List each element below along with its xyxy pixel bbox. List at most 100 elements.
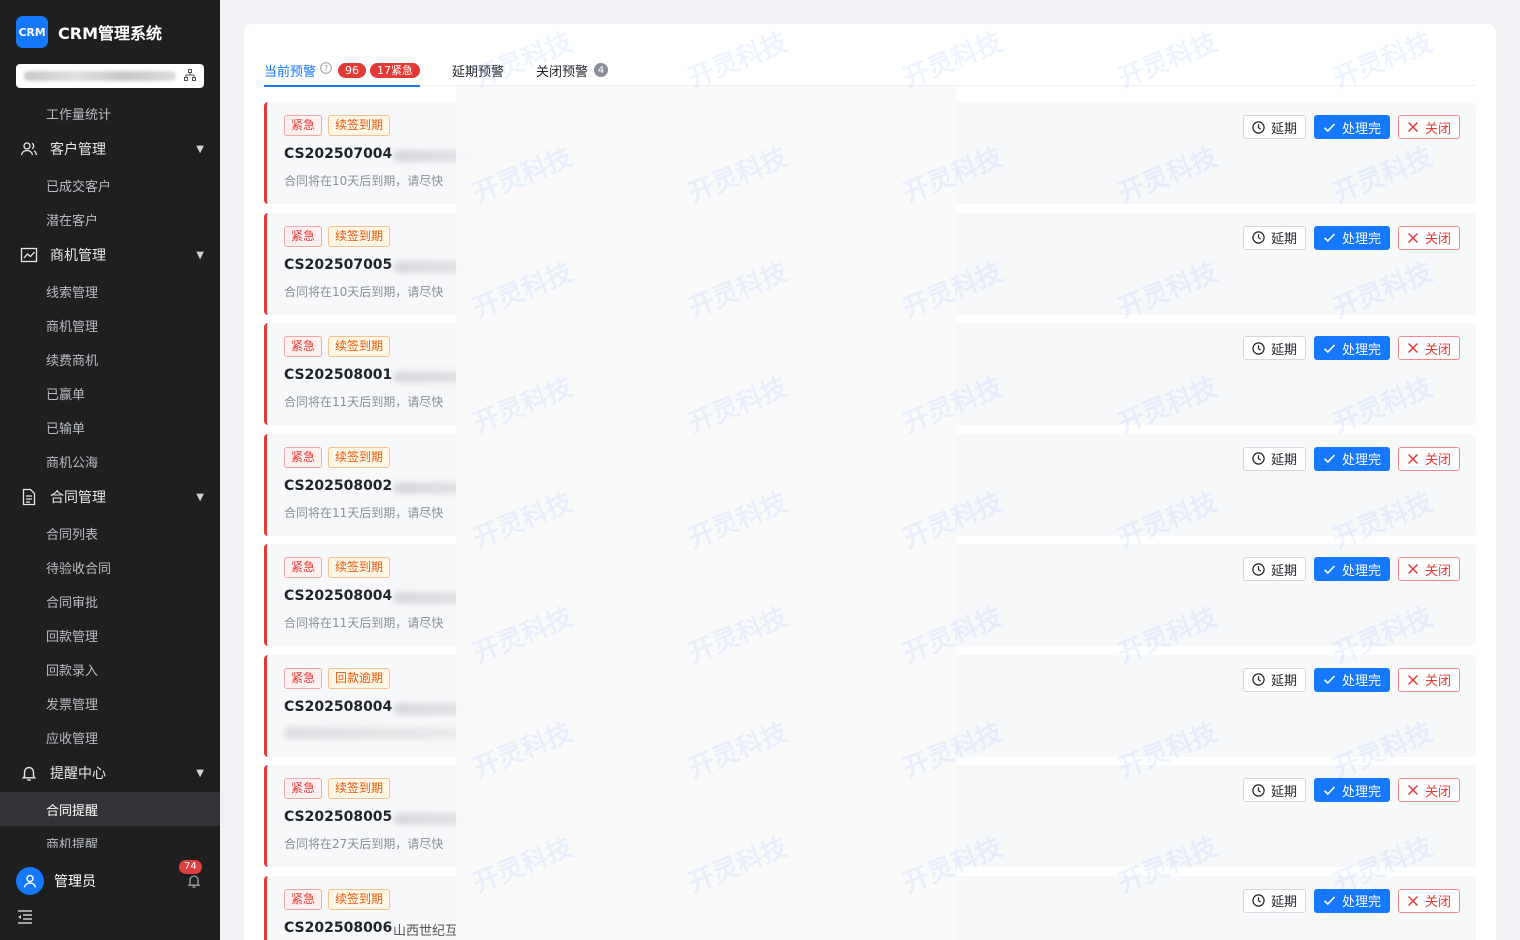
sidebar-item-workload-stats[interactable]: 工作量统计 <box>0 96 220 130</box>
sidebar-item[interactable]: 合同列表 <box>0 516 220 550</box>
sidebar-item[interactable]: 发票管理 <box>0 686 220 720</box>
sidebar-item[interactable]: 线索管理 <box>0 274 220 308</box>
close-label: 关闭 <box>1424 121 1451 137</box>
sidebar-group[interactable]: 合同管理 ▼ <box>0 478 220 516</box>
alert-description: 合同将在11天后到期，请尽快 <box>284 505 444 520</box>
delay-label: 延期 <box>1270 784 1297 800</box>
delay-button[interactable]: 延期 <box>1242 888 1306 913</box>
user-profile[interactable]: 管理员 74 <box>16 859 206 896</box>
delay-button[interactable]: 延期 <box>1242 446 1306 471</box>
alert-actions: 延期 处理完 关闭 <box>1235 888 1460 913</box>
contract-code[interactable]: CS202508001 <box>284 367 392 383</box>
alert-tags: 紧急 续签到期 <box>284 225 396 247</box>
close-label: 关闭 <box>1424 895 1451 910</box>
check-icon <box>1323 673 1336 686</box>
delay-label: 延期 <box>1270 232 1297 247</box>
done-button[interactable]: 处理完 <box>1313 336 1390 360</box>
sidebar-item[interactable]: 已赢单 <box>0 376 220 410</box>
alert-tags: 紧急 续签到期 <box>284 888 396 910</box>
tab-closed-alerts[interactable]: 关闭预警 4 <box>536 54 609 86</box>
delay-button[interactable]: 延期 <box>1242 778 1306 802</box>
sidebar-item[interactable]: 商机提醒 <box>0 826 220 849</box>
alert-type-tag: 续签到期 <box>328 336 391 357</box>
sidebar-item[interactable]: 合同审批 <box>0 584 220 618</box>
close-button[interactable]: 关闭 <box>1397 225 1460 250</box>
users-icon <box>20 140 38 158</box>
sidebar-item[interactable]: 潜在客户 <box>0 202 220 236</box>
contract-code[interactable]: CS202508006 <box>284 920 392 936</box>
clock-icon <box>1252 120 1265 134</box>
contract-code[interactable]: CS202508002 <box>284 478 392 494</box>
sidebar-item[interactable]: 回款录入 <box>0 652 220 686</box>
collapse-sidebar-button[interactable] <box>16 908 34 926</box>
done-button[interactable]: 处理完 <box>1313 557 1390 581</box>
sidebar-group[interactable]: 客户管理 ▼ <box>0 130 220 168</box>
tab-current-alerts[interactable]: 当前预警 ? 96 17紧急 <box>264 54 421 87</box>
clock-icon <box>1252 673 1265 686</box>
sidebar-item[interactable]: 续费商机 <box>0 342 220 376</box>
close-icon <box>1407 784 1419 796</box>
close-button[interactable]: 关闭 <box>1397 888 1460 913</box>
delay-button[interactable]: 延期 <box>1242 667 1306 692</box>
delay-button[interactable]: 延期 <box>1242 557 1306 581</box>
contract-code[interactable]: CS202507004 <box>284 146 392 162</box>
close-icon <box>1407 453 1419 465</box>
close-button[interactable]: 关闭 <box>1397 778 1460 802</box>
urgent-tag: 紧急 <box>284 225 323 247</box>
done-button[interactable]: 处理完 <box>1313 888 1390 913</box>
sidebar-footer: 管理员 74 <box>0 856 220 940</box>
org-tree-icon <box>184 68 196 84</box>
sidebar-group[interactable]: 商机管理 ▼ <box>0 236 220 274</box>
delay-button[interactable]: 延期 <box>1242 336 1306 360</box>
alert-actions: 延期 处理完 关闭 <box>1235 336 1460 360</box>
sidebar-item[interactable]: 商机管理 <box>0 308 220 342</box>
done-button[interactable]: 处理完 <box>1313 225 1390 250</box>
app-title: CRM管理系统 <box>58 24 162 43</box>
delay-button[interactable]: 延期 <box>1242 115 1306 139</box>
check-icon <box>1323 784 1336 797</box>
delay-button[interactable]: 延期 <box>1242 225 1306 250</box>
contract-code[interactable]: CS202508005 <box>284 809 392 825</box>
sidebar-group-label: 合同管理 <box>50 490 106 506</box>
contract-code[interactable]: CS202508004 <box>284 699 392 715</box>
done-label: 处理完 <box>1341 563 1381 579</box>
done-button[interactable]: 处理完 <box>1313 667 1390 692</box>
sidebar-item[interactable]: 商机公海 <box>0 444 220 478</box>
sidebar-item[interactable]: 已成交客户 <box>0 168 220 202</box>
sidebar-item[interactable]: 已输单 <box>0 410 220 444</box>
organization-select[interactable] <box>16 64 204 88</box>
sidebar-group-label: 客户管理 <box>50 142 106 158</box>
urgent-tag: 紧急 <box>284 115 323 136</box>
caret-down-icon: ▼ <box>196 491 204 503</box>
notification-bell[interactable]: 74 <box>178 859 206 893</box>
done-label: 处理完 <box>1341 453 1381 468</box>
done-button[interactable]: 处理完 <box>1313 446 1390 471</box>
close-button[interactable]: 关闭 <box>1397 557 1460 581</box>
close-label: 关闭 <box>1424 674 1451 689</box>
help-icon[interactable]: ? <box>320 62 332 78</box>
contract-code[interactable]: CS202508004 <box>284 588 392 604</box>
alert-type-tag: 续签到期 <box>328 115 391 136</box>
sidebar-group[interactable]: 提醒中心 ▼ <box>0 754 220 792</box>
done-button[interactable]: 处理完 <box>1313 778 1390 802</box>
close-label: 关闭 <box>1424 232 1451 247</box>
close-icon <box>1407 121 1419 133</box>
close-button[interactable]: 关闭 <box>1397 667 1460 692</box>
close-button[interactable]: 关闭 <box>1397 336 1460 360</box>
sidebar-item[interactable]: 应收管理 <box>0 720 220 754</box>
close-button[interactable]: 关闭 <box>1397 115 1460 139</box>
alert-description: 合同将在11天后到期，请尽快 <box>284 616 444 630</box>
brand[interactable]: CRM CRM管理系统 <box>0 0 220 64</box>
sidebar-item[interactable]: 合同提醒 <box>0 792 220 826</box>
tab-delayed-alerts[interactable]: 延期预警 <box>452 54 504 86</box>
sidebar-item[interactable]: 回款管理 <box>0 618 220 652</box>
contract-code[interactable]: CS202507005 <box>284 257 392 273</box>
done-button[interactable]: 处理完 <box>1313 115 1390 139</box>
alert-description-redacted <box>284 726 464 739</box>
alert-tags: 紧急 续签到期 <box>284 778 396 799</box>
sidebar-item[interactable]: 待验收合同 <box>0 550 220 584</box>
delay-label: 延期 <box>1270 563 1297 579</box>
close-button[interactable]: 关闭 <box>1397 446 1460 471</box>
close-label: 关闭 <box>1424 563 1451 579</box>
avatar[interactable] <box>16 867 44 895</box>
